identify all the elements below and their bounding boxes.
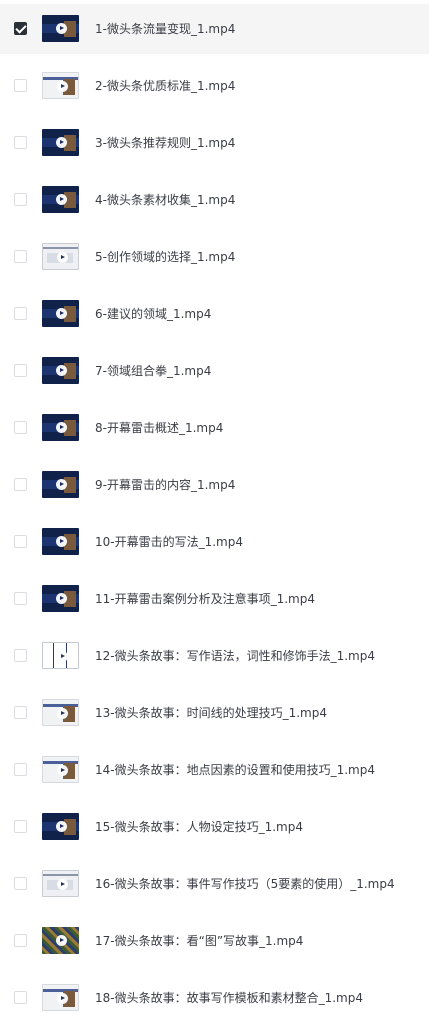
play-icon: [56, 422, 67, 433]
file-row[interactable]: 1-微头条流量变现_1.mp4: [0, 4, 429, 54]
video-thumbnail[interactable]: [42, 471, 79, 498]
file-row[interactable]: 6-建议的领域_1.mp4: [0, 289, 429, 339]
file-row[interactable]: 7-领域组合拳_1.mp4: [0, 346, 429, 396]
checkbox[interactable]: [14, 193, 27, 206]
play-icon: [57, 993, 68, 1004]
video-thumbnail[interactable]: [42, 186, 79, 213]
file-name[interactable]: 6-建议的领域_1.mp4: [95, 289, 211, 339]
file-row[interactable]: 5-创作领域的选择_1.mp4: [0, 232, 429, 282]
checkbox-checked[interactable]: [14, 22, 27, 35]
video-thumbnail[interactable]: [42, 813, 79, 840]
file-row[interactable]: 9-开幕雷击的内容_1.mp4: [0, 460, 429, 510]
file-row[interactable]: 2-微头条优质标准_1.mp4: [0, 61, 429, 111]
video-thumbnail[interactable]: [42, 756, 79, 783]
play-icon: [56, 137, 67, 148]
file-row[interactable]: 14-微头条故事：地点因素的设置和使用技巧_1.mp4: [0, 745, 429, 795]
file-name[interactable]: 2-微头条优质标准_1.mp4: [95, 61, 235, 111]
video-thumbnail[interactable]: [42, 642, 79, 669]
file-row[interactable]: 15-微头条故事：人物设定技巧_1.mp4: [0, 802, 429, 852]
video-thumbnail[interactable]: [42, 414, 79, 441]
play-icon: [57, 81, 68, 92]
video-thumbnail[interactable]: [42, 984, 79, 1011]
video-thumbnail[interactable]: [42, 585, 79, 612]
checkbox[interactable]: [14, 820, 27, 833]
play-icon: [56, 365, 67, 376]
video-thumbnail[interactable]: [42, 15, 79, 42]
video-thumbnail[interactable]: [42, 927, 79, 954]
checkbox[interactable]: [14, 307, 27, 320]
play-icon: [56, 23, 67, 34]
checkbox[interactable]: [14, 706, 27, 719]
file-row[interactable]: 11-开幕雷击案例分析及注意事项_1.mp4: [0, 574, 429, 624]
checkbox[interactable]: [14, 421, 27, 434]
play-icon: [56, 194, 67, 205]
video-thumbnail[interactable]: [42, 870, 79, 897]
file-name[interactable]: 3-微头条推荐规则_1.mp4: [95, 118, 235, 168]
thumbnail-band: [53, 643, 54, 668]
file-name[interactable]: 8-开幕雷击概述_1.mp4: [95, 403, 223, 453]
checkbox[interactable]: [14, 649, 27, 662]
file-name[interactable]: 18-微头条故事：故事写作模板和素材整合_1.mp4: [95, 973, 363, 1023]
play-icon: [57, 708, 68, 719]
file-row[interactable]: 4-微头条素材收集_1.mp4: [0, 175, 429, 225]
file-row[interactable]: 10-开幕雷击的写法_1.mp4: [0, 517, 429, 567]
file-name[interactable]: 12-微头条故事：写作语法，词性和修饰手法_1.mp4: [95, 631, 375, 681]
play-icon: [57, 765, 68, 776]
checkbox[interactable]: [14, 364, 27, 377]
file-row[interactable]: 17-微头条故事：看“图”写故事_1.mp4: [0, 916, 429, 966]
checkbox[interactable]: [14, 763, 27, 776]
checkbox[interactable]: [14, 535, 27, 548]
file-name[interactable]: 16-微头条故事：事件写作技巧（5要素的使用）_1.mp4: [95, 859, 395, 909]
checkbox[interactable]: [14, 478, 27, 491]
file-row[interactable]: 16-微头条故事：事件写作技巧（5要素的使用）_1.mp4: [0, 859, 429, 909]
checkbox[interactable]: [14, 250, 27, 263]
file-name[interactable]: 14-微头条故事：地点因素的设置和使用技巧_1.mp4: [95, 745, 375, 795]
file-row[interactable]: 12-微头条故事：写作语法，词性和修饰手法_1.mp4: [0, 631, 429, 681]
play-icon: [57, 879, 68, 890]
video-thumbnail[interactable]: [42, 129, 79, 156]
play-icon: [56, 308, 67, 319]
file-name[interactable]: 10-开幕雷击的写法_1.mp4: [95, 517, 243, 567]
video-thumbnail[interactable]: [42, 528, 79, 555]
file-name[interactable]: 7-领域组合拳_1.mp4: [95, 346, 211, 396]
video-thumbnail[interactable]: [42, 357, 79, 384]
file-name[interactable]: 13-微头条故事：时间线的处理技巧_1.mp4: [95, 688, 327, 738]
play-icon: [56, 479, 67, 490]
file-name[interactable]: 9-开幕雷击的内容_1.mp4: [95, 460, 235, 510]
file-name[interactable]: 17-微头条故事：看“图”写故事_1.mp4: [95, 916, 303, 966]
checkbox[interactable]: [14, 136, 27, 149]
file-name[interactable]: 11-开幕雷击案例分析及注意事项_1.mp4: [95, 574, 315, 624]
play-icon: [56, 593, 67, 604]
thumbnail-band: [43, 247, 78, 249]
checkbox[interactable]: [14, 877, 27, 890]
thumbnail-band: [43, 874, 78, 876]
checkbox[interactable]: [14, 592, 27, 605]
file-row[interactable]: 13-微头条故事：时间线的处理技巧_1.mp4: [0, 688, 429, 738]
checkbox[interactable]: [14, 991, 27, 1004]
play-icon: [57, 651, 68, 662]
file-name[interactable]: 1-微头条流量变现_1.mp4: [95, 4, 235, 54]
checkbox[interactable]: [14, 79, 27, 92]
file-name[interactable]: 4-微头条素材收集_1.mp4: [95, 175, 235, 225]
file-row[interactable]: 18-微头条故事：故事写作模板和素材整合_1.mp4: [0, 973, 429, 1023]
checkbox[interactable]: [14, 934, 27, 947]
play-icon: [56, 935, 67, 946]
play-icon: [56, 536, 67, 547]
file-name[interactable]: 15-微头条故事：人物设定技巧_1.mp4: [95, 802, 303, 852]
video-thumbnail[interactable]: [42, 699, 79, 726]
play-icon: [56, 821, 67, 832]
file-row[interactable]: 3-微头条推荐规则_1.mp4: [0, 118, 429, 168]
video-file-list: 1-微头条流量变现_1.mp4 2-微头条优质标准_1.mp4 3-微头条推荐规则_…: [0, 0, 429, 1024]
video-thumbnail[interactable]: [42, 243, 79, 270]
play-icon: [57, 252, 68, 263]
file-row[interactable]: 8-开幕雷击概述_1.mp4: [0, 403, 429, 453]
video-thumbnail[interactable]: [42, 72, 79, 99]
video-thumbnail[interactable]: [42, 300, 79, 327]
file-name[interactable]: 5-创作领域的选择_1.mp4: [95, 232, 235, 282]
